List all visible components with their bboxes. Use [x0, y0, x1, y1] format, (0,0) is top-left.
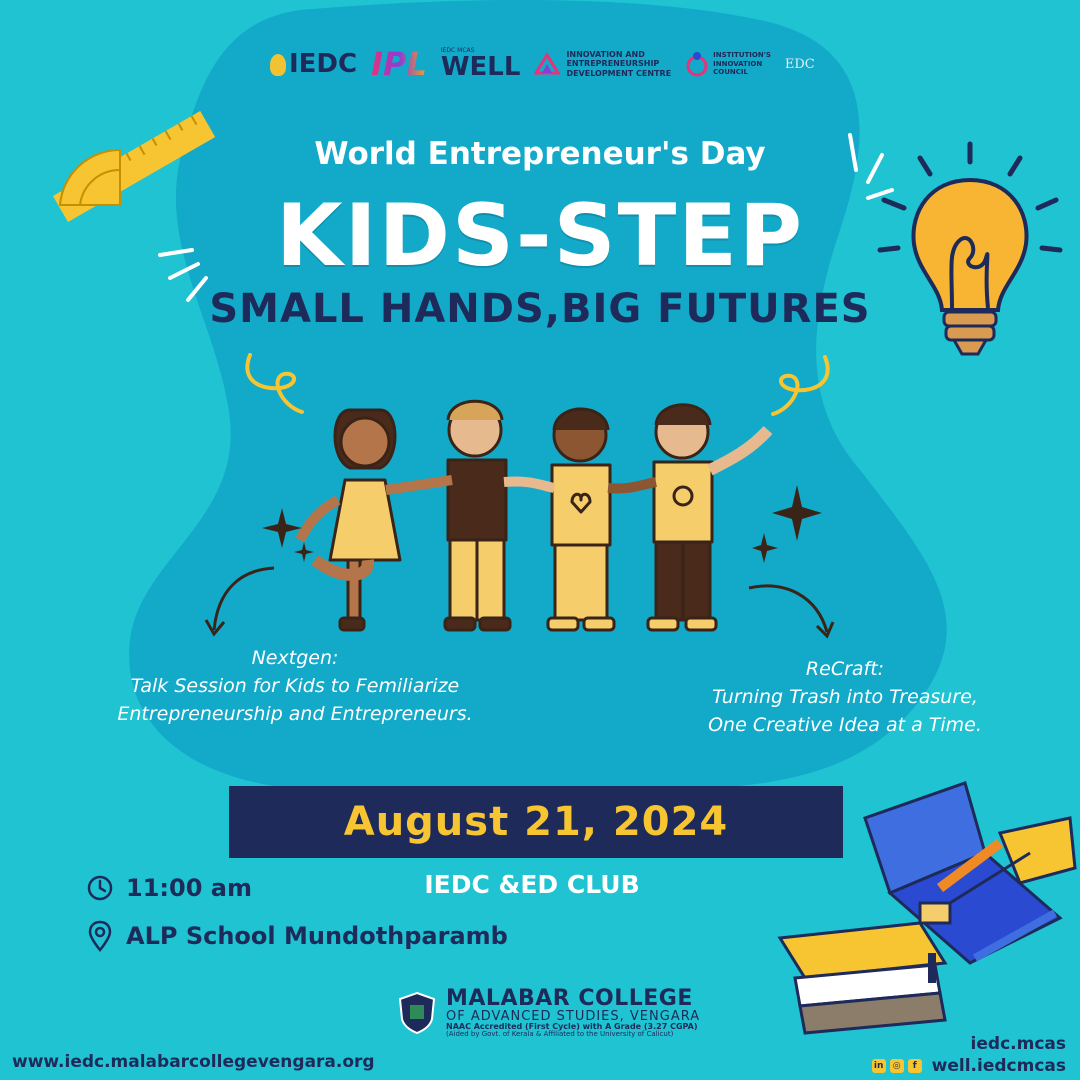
social-handle-iedc[interactable]: iedc.mcas: [971, 1034, 1066, 1054]
session-nextgen: Nextgen: Talk Session for Kids to Femili…: [95, 644, 495, 728]
date-banner: August 21, 2024: [229, 786, 843, 858]
arrow-right-icon: [748, 584, 835, 639]
facebook-icon[interactable]: f: [907, 1059, 922, 1073]
session-recraft-line2: One Creative Idea at a Time.: [708, 714, 982, 736]
event-title: KIDS-STEP: [275, 186, 805, 286]
session-recraft-line1: Turning Trash into Treasure,: [712, 686, 978, 708]
event-date: August 21, 2024: [343, 799, 729, 845]
instagram-icon[interactable]: ◎: [889, 1059, 904, 1073]
college-name: MALABAR COLLEGE OF ADVANCED STUDIES, VEN…: [446, 988, 700, 1038]
session-recraft: ReCraft: Turning Trash into Treasure, On…: [660, 655, 1030, 739]
iic-logo: INSTITUTION'S INNOVATION COUNCIL: [685, 51, 771, 77]
iedc-logo: IEDC: [270, 49, 357, 79]
arrow-left-icon: [204, 566, 275, 637]
event-subtitle: World Entrepreneur's Day: [314, 136, 766, 172]
social-handle-well[interactable]: well.iedcmcas: [932, 1056, 1066, 1076]
light-bulb-icon: [270, 53, 286, 76]
innovation-centre-logo: INNOVATION AND ENTREPRENEURSHIP DEVELOPM…: [534, 50, 671, 78]
college-affiliation: (Aided by Govt. of Kerala & Affiliated t…: [446, 1030, 674, 1038]
edc-logo: EDC: [784, 56, 815, 72]
event-time-text: 11:00 am: [126, 874, 252, 902]
college-name-line1: MALABAR COLLEGE: [446, 986, 693, 1011]
session-recraft-heading: ReCraft:: [805, 658, 885, 680]
kids-illustration: [295, 399, 773, 632]
website-link[interactable]: www.iedc.malabarcollegevengara.org: [12, 1052, 375, 1072]
event-poster: IEDC IPL IEDC MCAS WELL INNOVATION AND EN…: [0, 0, 1080, 1080]
linkedin-icon[interactable]: in: [871, 1059, 886, 1073]
session-nextgen-line1: Talk Session for Kids to Femiliarize: [130, 675, 460, 697]
location-pin-icon: [88, 920, 112, 952]
innovation-centre-mark-icon: [534, 52, 561, 75]
event-time: 11:00 am: [86, 874, 252, 902]
sparkles-left-icon: [262, 508, 314, 562]
sparkles-right-icon: [752, 485, 822, 563]
college-logo-block: MALABAR COLLEGE OF ADVANCED STUDIES, VEN…: [398, 988, 700, 1038]
organizer-label: IEDC &ED CLUB: [424, 870, 640, 899]
social-links: in ◎ f well.iedcmcas: [871, 1056, 1066, 1076]
event-tagline: SMALL HANDS,BIG FUTURES: [209, 286, 871, 332]
event-venue-text: ALP School Mundothparamb: [126, 922, 508, 950]
pencil-case-icon: [777, 781, 1077, 1035]
well-logo: IEDC MCAS WELL: [440, 47, 521, 82]
ipl-logo: IPL: [371, 45, 427, 83]
partner-logo-strip: IEDC IPL IEDC MCAS WELL INNOVATION AND EN…: [270, 38, 830, 90]
event-venue: ALP School Mundothparamb: [86, 920, 508, 952]
clock-icon: [87, 875, 113, 901]
session-nextgen-heading: Nextgen:: [251, 647, 339, 669]
session-nextgen-line2: Entrepreneurship and Entrepreneurs.: [117, 703, 473, 725]
college-crest-icon: [398, 991, 436, 1035]
iic-mark-icon: [686, 52, 708, 77]
